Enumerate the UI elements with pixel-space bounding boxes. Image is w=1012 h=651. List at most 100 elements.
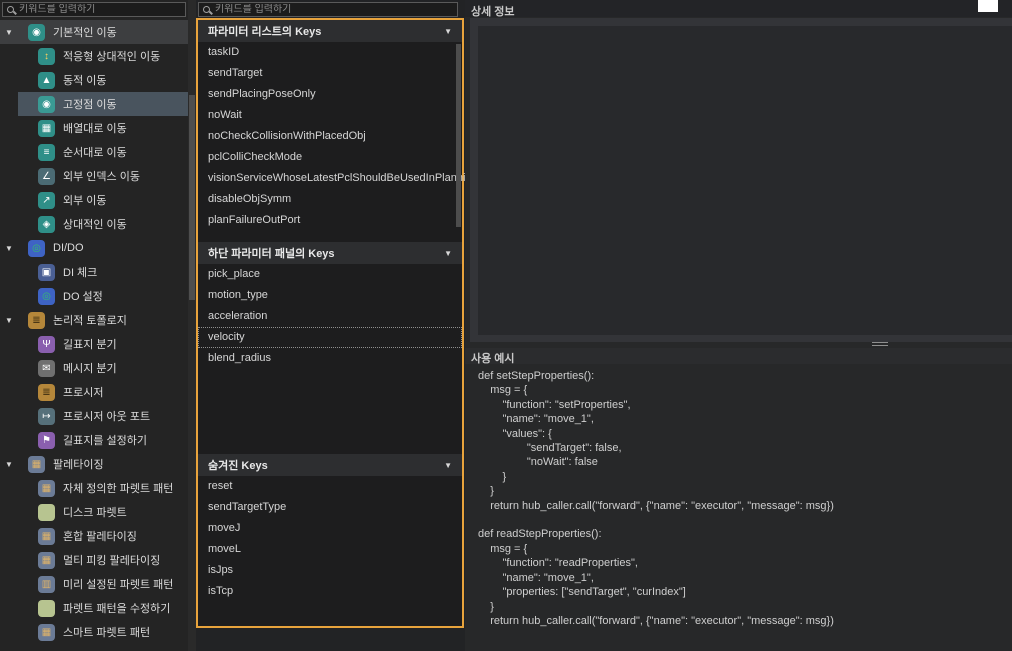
sidebar-item[interactable]: Ψ길표지 분기 xyxy=(0,332,188,356)
splitter-handle[interactable] xyxy=(872,342,888,346)
sidebar-item[interactable]: ▦배열대로 이동 xyxy=(0,116,188,140)
sidebar-item-label: 팔레타이징 xyxy=(53,456,104,472)
key-item[interactable]: isJps xyxy=(198,560,462,581)
sidebar-item[interactable]: ▦스마트 파렛트 패턴 xyxy=(0,620,188,644)
sidebar-item-label: 미리 설정된 파렛트 패턴 xyxy=(63,576,173,592)
keys-frame: 파라미터 리스트의 Keys ▼ taskIDsendTargetsendPla… xyxy=(196,18,464,628)
step-library-sidebar: ▼◉기본적인 이동↕적응형 상대적인 이동▲동적 이동◉고정점 이동▦배열대로 … xyxy=(0,0,188,651)
adaptive-relative-move-icon: ↕ xyxy=(38,48,55,65)
search-icon xyxy=(7,6,14,13)
sidebar-item-label: 외부 이동 xyxy=(63,192,107,208)
chevron-down-icon[interactable]: ▼ xyxy=(444,461,452,470)
sidebar-item[interactable]: ▼▦팔레타이징 xyxy=(0,452,188,476)
message-branch-icon: ✉ xyxy=(38,360,55,377)
key-item[interactable]: acceleration xyxy=(198,306,462,327)
detail-content-area xyxy=(478,26,1012,335)
key-item[interactable]: velocity xyxy=(198,327,462,348)
fixed-point-move-icon: ◉ xyxy=(38,96,55,113)
sidebar-item[interactable]: ≣프로시저 xyxy=(0,380,188,404)
sidebar-item[interactable]: ▦자체 정의한 파렛트 패턴 xyxy=(0,476,188,500)
sidebar-item-label: 동적 이동 xyxy=(63,72,107,88)
key-item[interactable]: sendPlacingPoseOnly xyxy=(198,84,462,105)
sidebar-item[interactable]: ↕적응형 상대적인 이동 xyxy=(0,44,188,68)
sidebar-item-label: 외부 인덱스 이동 xyxy=(63,168,140,184)
sidebar-item[interactable]: ◈상대적인 이동 xyxy=(0,212,188,236)
chevron-down-icon[interactable]: ▼ xyxy=(444,249,452,258)
sidebar-item-label: 멀티 피킹 팔레타이징 xyxy=(63,552,160,568)
usage-code: def setStepProperties(): msg = { "functi… xyxy=(478,369,834,628)
sidebar-search-input[interactable] xyxy=(19,4,181,15)
key-item[interactable]: noWait xyxy=(198,105,462,126)
key-item[interactable]: sendTarget xyxy=(198,63,462,84)
key-item[interactable]: disableObjSymm xyxy=(198,189,462,210)
detail-header-strip xyxy=(465,0,1012,17)
sidebar-item[interactable]: ✉ 메시지 분기 xyxy=(0,356,188,380)
disk-pallet-icon xyxy=(38,504,55,521)
sidebar-item-label: 혼합 팔레타이징 xyxy=(63,528,137,544)
sidebar-item[interactable]: ↦프로시저 아웃 포트 xyxy=(0,404,188,428)
key-item[interactable]: pclColliCheckMode xyxy=(198,147,462,168)
key-item[interactable]: blend_radius xyxy=(198,348,462,369)
basic-move-pin-icon: ◉ xyxy=(28,24,45,41)
key-item[interactable]: moveJ xyxy=(198,518,462,539)
key-item[interactable]: visionServiceWhoseLatestPclShouldBeUsedI… xyxy=(198,168,462,189)
key-item[interactable]: pick_place xyxy=(198,264,462,285)
section-header[interactable]: 파라미터 리스트의 Keys ▼ xyxy=(198,20,462,42)
expander-arrow-icon[interactable]: ▼ xyxy=(5,316,15,325)
sidebar-item[interactable]: ▲ 동적 이동 xyxy=(0,68,188,92)
section-header[interactable]: 하단 파라미터 패널의 Keys ▼ xyxy=(198,242,462,264)
section-parameter-list-keys: 파라미터 리스트의 Keys ▼ taskIDsendTargetsendPla… xyxy=(198,20,462,231)
sidebar-item-label: 스마트 파렛트 패턴 xyxy=(63,624,150,640)
key-item[interactable]: moveL xyxy=(198,539,462,560)
sidebar-item[interactable]: ▣ DI 체크 xyxy=(0,260,188,284)
sidebar-item[interactable]: ≡순서대로 이동 xyxy=(0,140,188,164)
chevron-down-icon[interactable]: ▼ xyxy=(444,27,452,36)
sidebar-item-label: 메시지 분기 xyxy=(63,360,117,376)
sidebar-item-label: 파렛트 패턴을 수정하기 xyxy=(63,600,170,616)
sidebar-tree: ▼◉기본적인 이동↕적응형 상대적인 이동▲동적 이동◉고정점 이동▦배열대로 … xyxy=(0,20,188,644)
detail-panel: 상세 정보 사용 예시 def setStepProperties(): msg… xyxy=(465,0,1012,651)
key-item[interactable]: motion_type xyxy=(198,285,462,306)
sidebar-item[interactable]: ↗외부 이동 xyxy=(0,188,188,212)
logical-topology-icon: ≣ xyxy=(28,312,45,329)
keys-search-box[interactable] xyxy=(198,2,458,17)
expander-arrow-icon[interactable]: ▼ xyxy=(5,244,15,253)
sidebar-item-label: 길표지 분기 xyxy=(63,336,117,352)
sidebar-item[interactable]: ∠ 외부 인덱스 이동 xyxy=(0,164,188,188)
key-item[interactable]: taskID xyxy=(198,42,462,63)
sidebar-item[interactable]: ◉고정점 이동 xyxy=(0,92,188,116)
sidebar-item-label: 배열대로 이동 xyxy=(63,120,127,136)
detail-panel-title: 상세 정보 xyxy=(471,3,515,19)
set-signpost-icon: ⚑ xyxy=(38,432,55,449)
sidebar-item[interactable]: ▦혼합 팔레타이징 xyxy=(0,524,188,548)
move-in-sequence-icon: ≡ xyxy=(38,144,55,161)
sidebar-item[interactable]: ◎DO 설정 xyxy=(0,284,188,308)
sidebar-item[interactable]: 디스크 파렛트 xyxy=(0,500,188,524)
sidebar-item[interactable]: ⚑길표지를 설정하기 xyxy=(0,428,188,452)
expander-arrow-icon[interactable]: ▼ xyxy=(5,460,15,469)
sidebar-item[interactable]: ▼◎DI/DO xyxy=(0,236,188,260)
sidebar-search-box[interactable] xyxy=(2,2,186,17)
dynamic-move-icon: ▲ xyxy=(38,72,55,89)
section-header[interactable]: 숨겨진 Keys ▼ xyxy=(198,454,462,476)
sidebar-item-label: DI 체크 xyxy=(63,264,97,280)
key-item[interactable]: reset xyxy=(198,476,462,497)
di-check-icon: ▣ xyxy=(38,264,55,281)
key-item[interactable]: sendTargetType xyxy=(198,497,462,518)
custom-pallet-pattern-icon: ▦ xyxy=(38,480,55,497)
key-item[interactable]: noCheckCollisionWithPlacedObj xyxy=(198,126,462,147)
external-index-move-icon: ∠ xyxy=(38,168,55,185)
sidebar-item[interactable]: ▼≣논리적 토폴로지 xyxy=(0,308,188,332)
sidebar-item[interactable]: ▥미리 설정된 파렛트 패턴 xyxy=(0,572,188,596)
di-do-icon: ◎ xyxy=(28,240,45,257)
keys-search-input[interactable] xyxy=(215,4,453,15)
expander-arrow-icon[interactable]: ▼ xyxy=(5,28,15,37)
sidebar-item[interactable]: ▦멀티 피킹 팔레타이징 xyxy=(0,548,188,572)
sidebar-scrollbar-thumb[interactable] xyxy=(189,95,195,300)
sidebar-item[interactable]: ▼◉기본적인 이동 xyxy=(0,20,188,44)
sidebar-item[interactable]: 파렛트 패턴을 수정하기 xyxy=(0,596,188,620)
key-list-scrollbar-thumb[interactable] xyxy=(456,44,461,227)
sidebar-scrollbar[interactable] xyxy=(188,0,196,651)
key-item[interactable]: isTcp xyxy=(198,581,462,602)
key-item[interactable]: planFailureOutPort xyxy=(198,210,462,231)
